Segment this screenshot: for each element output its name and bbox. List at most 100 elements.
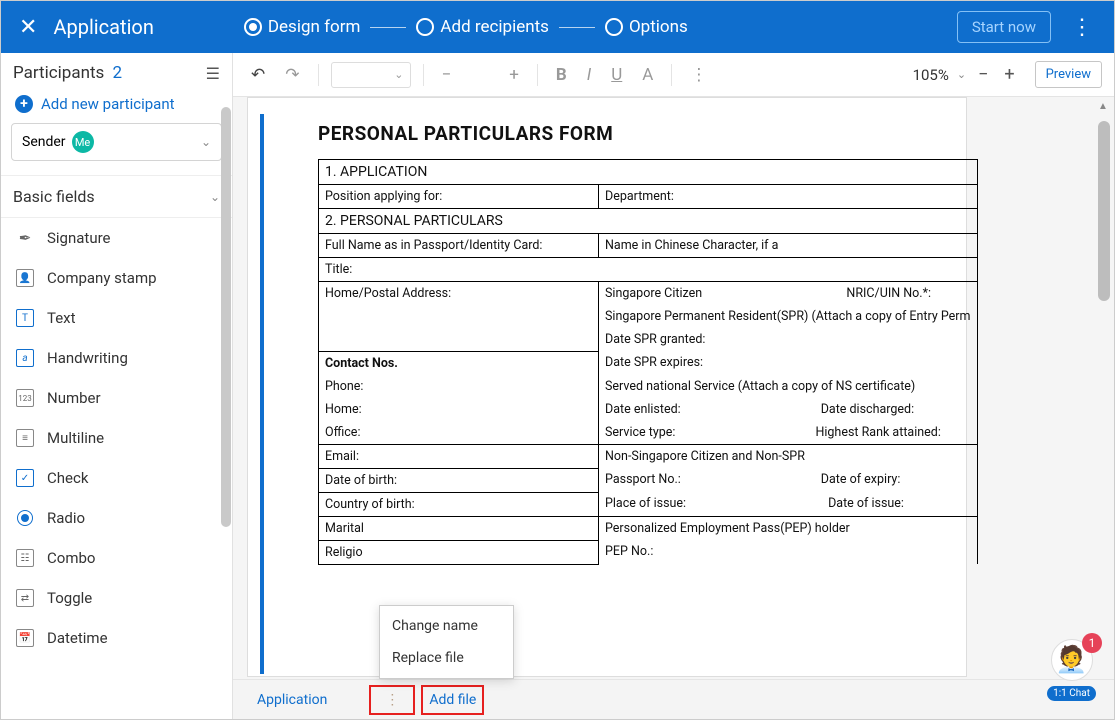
chat-bubble[interactable]: 🧑‍💼 1 1:1 Chat bbox=[1047, 639, 1096, 701]
editor-toolbar: ↶ ↷ ⌄ − + B I U A ⋮ 105% ⌄ − + Preview bbox=[233, 53, 1114, 97]
sidebar-scrollbar[interactable] bbox=[221, 107, 231, 527]
tab-context-menu: Change name Replace file bbox=[379, 605, 514, 679]
chevron-down-icon[interactable]: ⌄ bbox=[957, 68, 966, 81]
field-label: Handwriting bbox=[47, 349, 128, 367]
document-content: PERSONAL PARTICULARS FORM 1. APPLICATION… bbox=[318, 122, 978, 565]
field-label: Radio bbox=[47, 509, 85, 527]
department-label: Department: bbox=[599, 185, 978, 209]
radio-icon bbox=[15, 508, 35, 528]
office-label: Office: bbox=[319, 421, 599, 445]
field-datetime[interactable]: 📅Datetime bbox=[1, 618, 232, 658]
text-icon: T bbox=[15, 308, 35, 328]
field-text[interactable]: T Text bbox=[1, 298, 232, 338]
service-row: Service type:Highest Rank attained: bbox=[599, 421, 978, 445]
field-label: Text bbox=[47, 309, 76, 327]
field-label: Signature bbox=[47, 229, 111, 247]
header-more-icon[interactable]: ⋮ bbox=[1061, 11, 1102, 44]
chat-badge: 1 bbox=[1082, 633, 1102, 653]
chevron-down-icon: ⌄ bbox=[201, 135, 211, 149]
marital-label: Marital bbox=[319, 516, 599, 540]
toolbar-more-icon[interactable]: ⋮ bbox=[684, 61, 713, 89]
close-icon[interactable]: ✕ bbox=[13, 11, 43, 44]
basic-fields-toggle[interactable]: Basic fields ⌄ bbox=[1, 175, 232, 218]
font-increase-button[interactable]: + bbox=[503, 61, 525, 89]
step-label: Options bbox=[629, 17, 688, 37]
italic-button[interactable]: I bbox=[581, 61, 597, 89]
field-multiline[interactable]: ≡Multiline bbox=[1, 418, 232, 458]
field-toggle[interactable]: ⇄Toggle bbox=[1, 578, 232, 618]
citizen-row: Singapore Citizen NRIC/UIN No.*: bbox=[599, 282, 978, 306]
file-tabs-bar: Application ⋮ Add file bbox=[233, 679, 1114, 719]
step-separator bbox=[370, 27, 406, 28]
add-participant-label: Add new participant bbox=[41, 95, 175, 113]
font-decrease-button[interactable]: − bbox=[436, 61, 458, 89]
pepno-label: PEP No.: bbox=[599, 540, 978, 564]
cob-label: Country of birth: bbox=[319, 492, 599, 516]
multiline-icon: ≡ bbox=[15, 428, 35, 448]
app-header: ✕ Application Design form Add recipients… bbox=[1, 1, 1114, 53]
field-label: Datetime bbox=[47, 629, 108, 647]
font-select[interactable]: ⌄ bbox=[331, 62, 411, 88]
chat-label: 1:1 Chat bbox=[1047, 686, 1096, 701]
redo-button[interactable]: ↷ bbox=[279, 61, 305, 89]
bold-button[interactable]: B bbox=[550, 61, 573, 89]
fullname-label: Full Name as in Passport/Identity Card: bbox=[319, 234, 599, 258]
chevron-down-icon: ⌄ bbox=[210, 190, 220, 204]
field-list: ✒Signature 👤Company stamp T Text a Handwri… bbox=[1, 218, 232, 719]
toggle-icon: ⇄ bbox=[15, 588, 35, 608]
served-ns: Served national Service (Attach a copy o… bbox=[599, 375, 978, 398]
tab-more-icon[interactable]: ⋮ bbox=[377, 692, 407, 708]
add-file-button[interactable]: Add file bbox=[429, 692, 476, 708]
canvas[interactable]: PERSONAL PARTICULARS FORM 1. APPLICATION… bbox=[233, 97, 1114, 679]
menu-replace-file[interactable]: Replace file bbox=[380, 642, 513, 674]
step-separator bbox=[559, 27, 595, 28]
field-label: Check bbox=[47, 469, 88, 487]
check-icon: ✓ bbox=[15, 468, 35, 488]
canvas-scrollbar-thumb[interactable] bbox=[1098, 121, 1110, 301]
field-signature[interactable]: ✒Signature bbox=[1, 218, 232, 258]
font-color-button[interactable]: A bbox=[636, 61, 659, 89]
document-page[interactable]: PERSONAL PARTICULARS FORM 1. APPLICATION… bbox=[247, 97, 967, 677]
radio-active-icon bbox=[244, 18, 262, 36]
list-view-icon[interactable]: ☰ bbox=[206, 64, 220, 83]
address-label: Home/Postal Address: bbox=[319, 282, 599, 352]
field-check[interactable]: ✓ Check bbox=[1, 458, 232, 498]
sender-select[interactable]: Sender Me ⌄ bbox=[11, 123, 222, 161]
step-design-form[interactable]: Design form bbox=[244, 17, 361, 37]
zoom-out-button[interactable]: − bbox=[974, 62, 992, 87]
separator bbox=[423, 64, 424, 86]
basic-fields-label: Basic fields bbox=[13, 187, 95, 206]
pep-label: Personalized Employment Pass(PEP) holder bbox=[599, 516, 978, 540]
field-company-stamp[interactable]: 👤Company stamp bbox=[1, 258, 232, 298]
tab-application[interactable]: Application bbox=[243, 686, 341, 714]
field-combo[interactable]: ☷Combo bbox=[1, 538, 232, 578]
position-label: Position applying for: bbox=[319, 185, 599, 209]
preview-button[interactable]: Preview bbox=[1035, 61, 1102, 88]
zoom-in-button[interactable]: + bbox=[1000, 62, 1018, 87]
step-add-recipients[interactable]: Add recipients bbox=[416, 17, 549, 37]
start-now-button[interactable]: Start now bbox=[957, 11, 1051, 43]
me-chip: Me bbox=[72, 131, 94, 153]
plus-icon: + bbox=[15, 95, 33, 113]
stamp-icon: 👤 bbox=[15, 268, 35, 288]
menu-change-name[interactable]: Change name bbox=[380, 610, 513, 642]
field-radio[interactable]: Radio bbox=[1, 498, 232, 538]
section-1: 1. APPLICATION bbox=[319, 160, 978, 185]
field-number[interactable]: 123Number bbox=[1, 378, 232, 418]
highlight-add-file: Add file bbox=[421, 685, 484, 715]
undo-button[interactable]: ↶ bbox=[245, 61, 271, 89]
home-label: Home: bbox=[319, 398, 599, 421]
email-label: Email: bbox=[319, 444, 599, 468]
step-options[interactable]: Options bbox=[605, 17, 688, 37]
handwriting-icon: a bbox=[15, 348, 35, 368]
participants-count: 2 bbox=[113, 63, 123, 83]
issue-row: Place of issue:Date of issue: bbox=[599, 492, 978, 516]
sidebar: Participants 2 ☰ + Add new participant S… bbox=[1, 53, 233, 719]
field-handwriting[interactable]: a Handwriting bbox=[1, 338, 232, 378]
add-participant-button[interactable]: + Add new participant bbox=[1, 89, 232, 123]
passport-row: Passport No.:Date of expiry: bbox=[599, 468, 978, 492]
participants-label: Participants bbox=[13, 63, 104, 83]
title-label: Title: bbox=[319, 258, 978, 282]
underline-button[interactable]: U bbox=[605, 61, 628, 89]
dob-label: Date of birth: bbox=[319, 468, 599, 492]
